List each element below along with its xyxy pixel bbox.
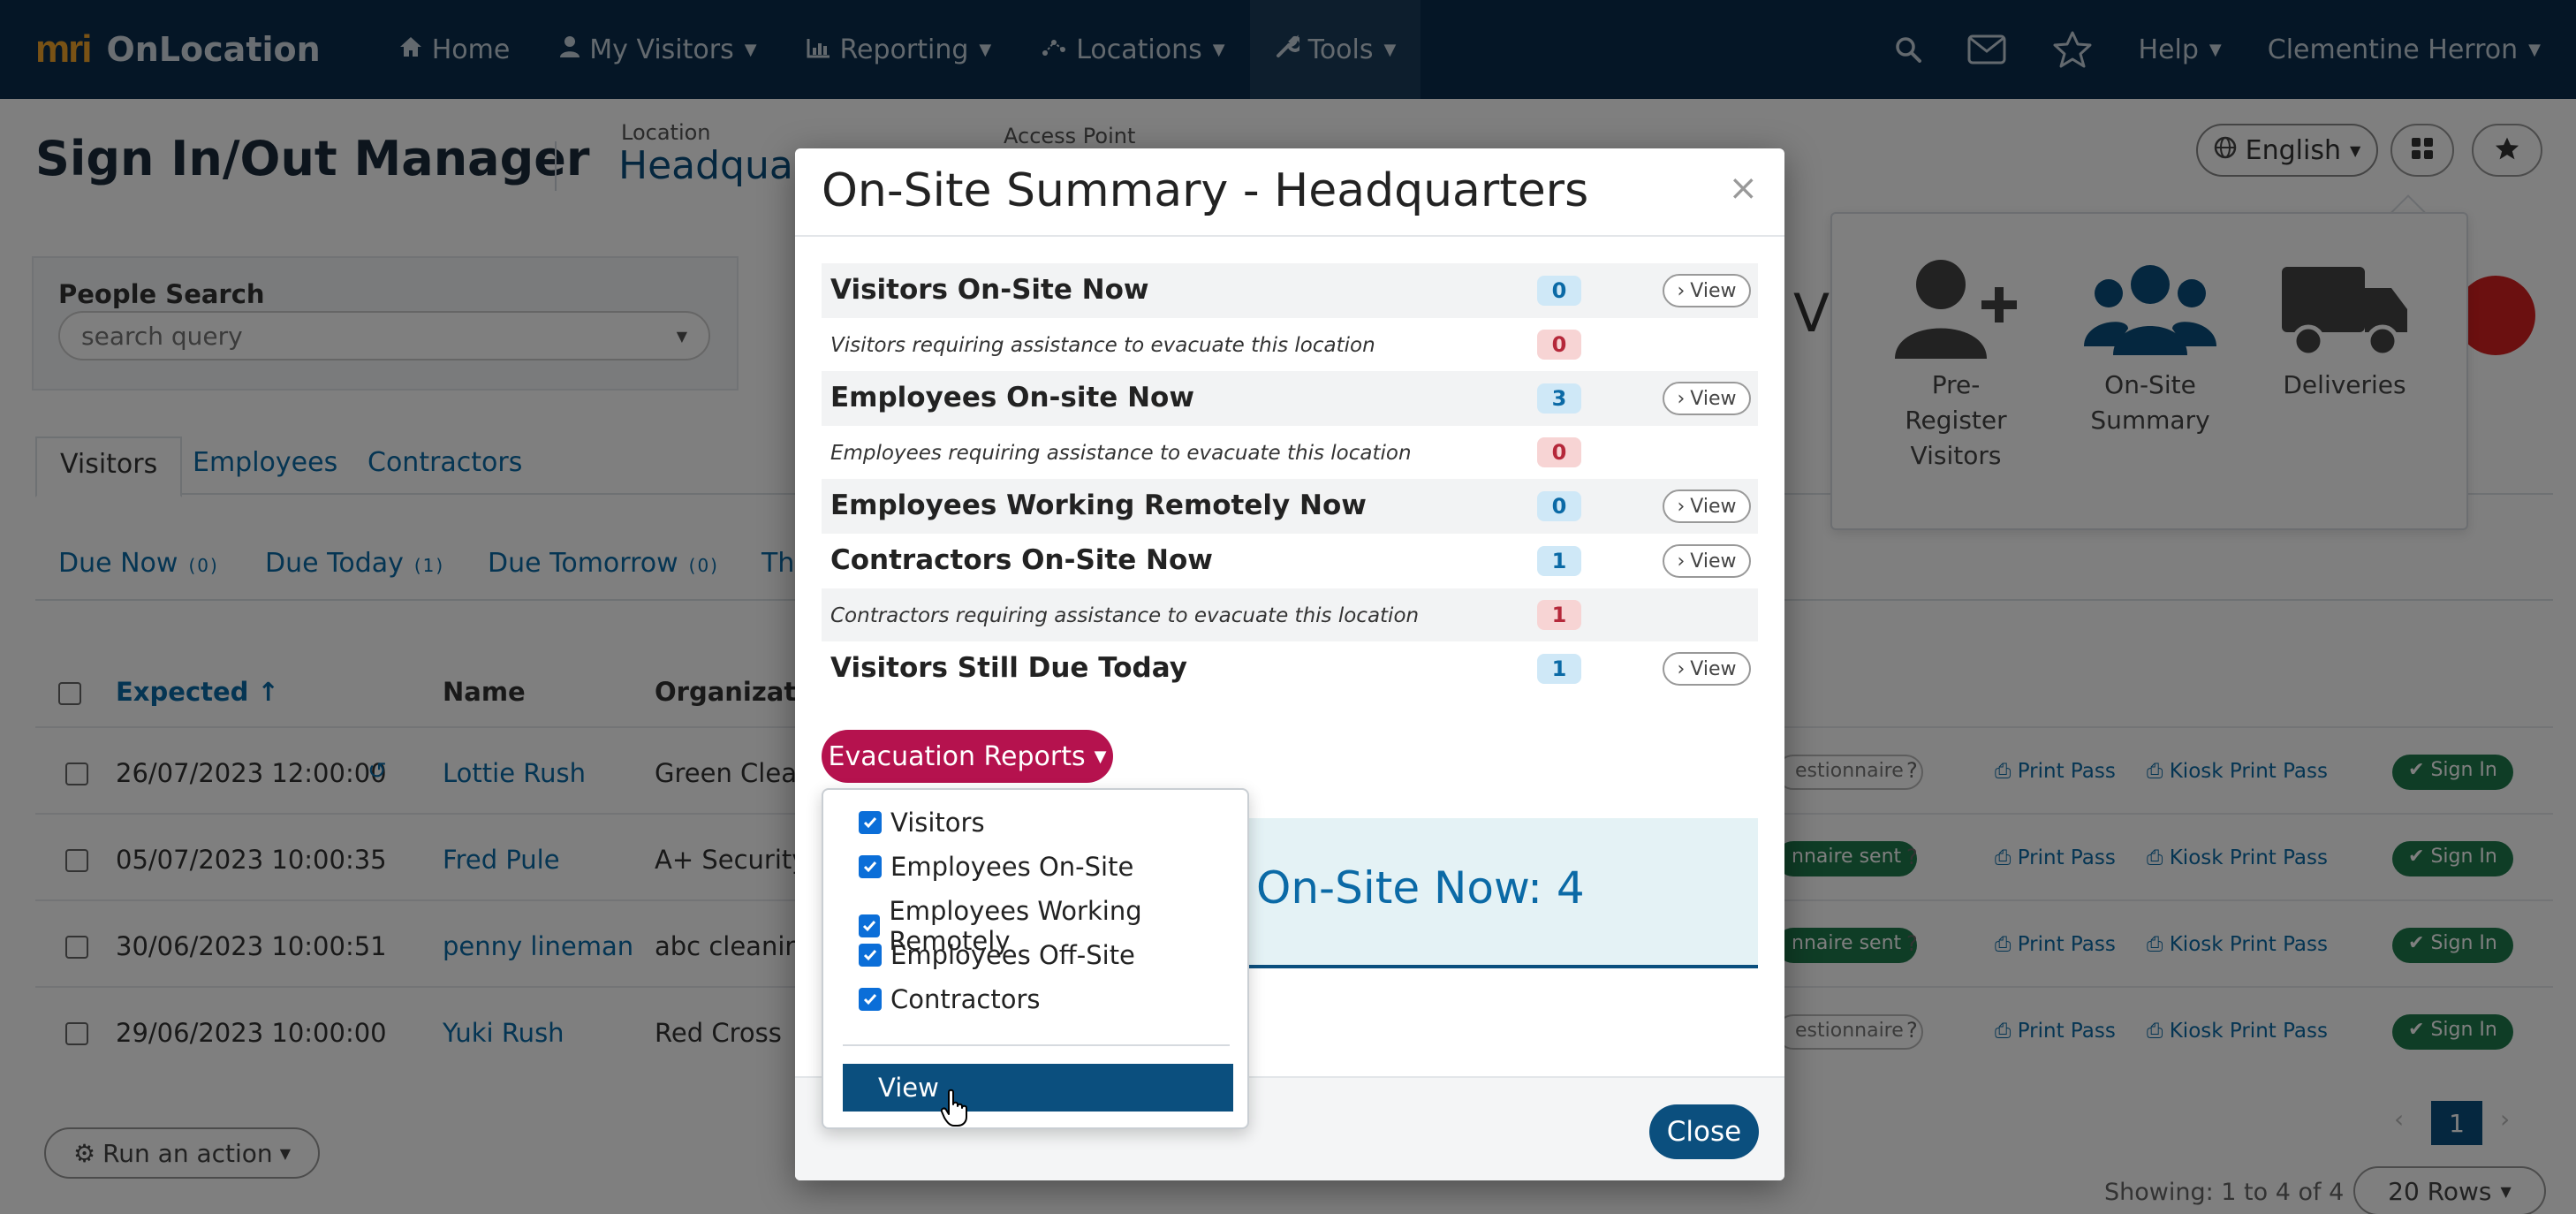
view-visitors-due-today-button[interactable]: › View — [1663, 652, 1751, 686]
summary-label: Employees Working Remotely Now — [830, 489, 1367, 521]
checkbox-checked[interactable] — [859, 988, 882, 1011]
count-badge: 1 — [1537, 654, 1581, 684]
summary-row-employees-on-site: Employees On-site Now 3 › View — [822, 371, 1758, 426]
view-label: View — [1690, 387, 1737, 410]
summary-row-contractors-on-site: Contractors On-Site Now 1 › View — [822, 534, 1758, 588]
chevron-down-icon: ▼ — [1094, 747, 1107, 766]
checkbox-checked[interactable] — [859, 944, 882, 967]
modal-title: On-Site Summary - Headquarters — [822, 164, 1589, 217]
summary-row-visitors-due-today: Visitors Still Due Today 1 › View — [822, 641, 1758, 696]
summary-row-visitors-on-site: Visitors On-Site Now 0 › View — [822, 263, 1758, 318]
checkbox-checked[interactable] — [859, 914, 881, 937]
chevron-right-icon: › — [1677, 495, 1686, 518]
summary-label: Visitors On-Site Now — [830, 274, 1149, 306]
chevron-right-icon: › — [1677, 387, 1686, 410]
evacuation-reports-label: Evacuation Reports — [828, 740, 1086, 772]
summary-sublabel: Contractors requiring assistance to evac… — [830, 604, 1420, 627]
summary-label: Employees On-site Now — [830, 382, 1194, 414]
summary-row-employees-remote: Employees Working Remotely Now 0 › View — [822, 479, 1758, 534]
modal-header: On-Site Summary - Headquarters × — [795, 148, 1784, 237]
summary-label: Visitors Still Due Today — [830, 652, 1187, 684]
view-label: View — [1690, 279, 1737, 302]
evacuation-reports-dropdown: Visitors Employees On-Site Employees Wor… — [822, 788, 1249, 1129]
count-badge: 3 — [1537, 383, 1581, 414]
summary-row-contractors-assistance: Contractors requiring assistance to evac… — [822, 588, 1758, 641]
dropdown-divider — [843, 1044, 1230, 1046]
summary-row-employees-assistance: Employees requiring assistance to evacua… — [822, 426, 1758, 479]
on-site-total: On-Site Now: 4 — [1256, 862, 1585, 914]
count-badge: 1 — [1537, 546, 1581, 576]
option-employees-on-site[interactable]: Employees On-Site — [859, 852, 1133, 882]
option-label: Employees On-Site — [890, 852, 1134, 882]
count-badge: 1 — [1537, 600, 1581, 630]
view-contractors-on-site-button[interactable]: › View — [1663, 544, 1751, 578]
option-label: Visitors — [890, 808, 985, 838]
view-employees-on-site-button[interactable]: › View — [1663, 382, 1751, 415]
close-button[interactable]: Close — [1649, 1104, 1759, 1159]
view-visitors-on-site-button[interactable]: › View — [1663, 274, 1751, 307]
summary-sublabel: Visitors requiring assistance to evacuat… — [830, 334, 1375, 357]
option-employees-off-site[interactable]: Employees Off-Site — [859, 940, 1135, 970]
count-badge: 0 — [1537, 437, 1581, 467]
chevron-right-icon: › — [1677, 657, 1686, 680]
option-label: Employees Off-Site — [890, 940, 1135, 970]
count-badge: 0 — [1537, 276, 1581, 306]
hand-cursor-icon — [940, 1089, 970, 1131]
checkbox-checked[interactable] — [859, 811, 882, 834]
chevron-right-icon: › — [1677, 550, 1686, 573]
summary-label: Contractors On-Site Now — [830, 544, 1213, 576]
option-contractors[interactable]: Contractors — [859, 984, 1041, 1014]
view-employees-remote-button[interactable]: › View — [1663, 489, 1751, 523]
option-visitors[interactable]: Visitors — [859, 808, 985, 838]
count-badge: 0 — [1537, 491, 1581, 521]
checkbox-checked[interactable] — [859, 855, 882, 878]
option-label: Contractors — [890, 984, 1041, 1014]
summary-row-visitors-assistance: Visitors requiring assistance to evacuat… — [822, 318, 1758, 371]
evacuation-reports-button[interactable]: Evacuation Reports ▼ — [822, 730, 1113, 783]
close-icon[interactable]: × — [1728, 168, 1758, 209]
dropdown-view-button[interactable]: View — [843, 1064, 1233, 1112]
view-label: View — [1690, 550, 1737, 573]
count-badge: 0 — [1537, 330, 1581, 360]
view-label: View — [1690, 495, 1737, 518]
summary-sublabel: Employees requiring assistance to evacua… — [830, 442, 1412, 465]
chevron-right-icon: › — [1677, 279, 1686, 302]
view-label: View — [1690, 657, 1737, 680]
